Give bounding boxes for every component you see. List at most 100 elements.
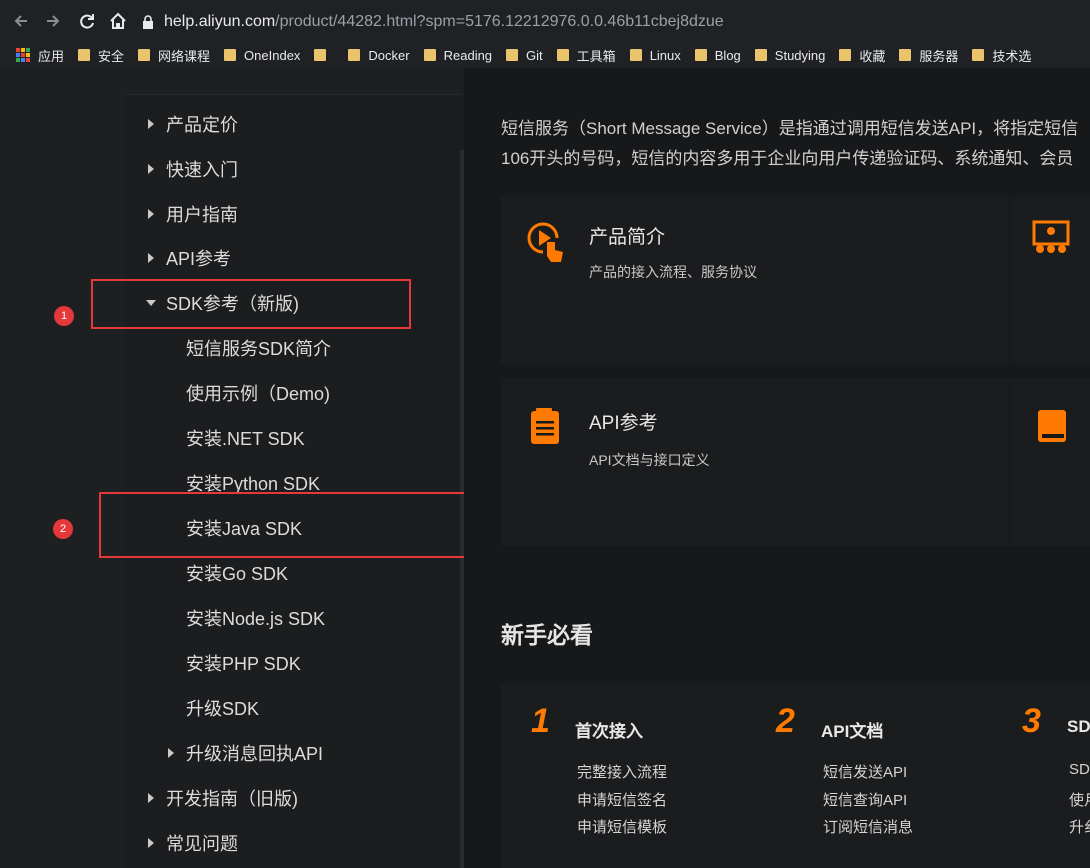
bookmark-folder[interactable]: 收藏 (839, 42, 885, 68)
sidebar-item-quickstart[interactable]: 快速入门 (148, 155, 238, 183)
caret-right-icon (148, 164, 154, 174)
bookmark-folder[interactable]: 安全 (78, 42, 124, 68)
folder-icon (629, 49, 642, 61)
bookmark-folder[interactable]: Reading (423, 42, 493, 68)
bookmark-folder[interactable]: 网络课程 (138, 42, 210, 68)
sidebar-item-faq[interactable]: 常见问题 (148, 829, 238, 857)
bookmarks-bar: 应用 安全 网络课程 OneIndex Docker Reading Git 工… (0, 42, 1090, 68)
sidebar-subitem-nodejs-sdk[interactable]: 安装Node.js SDK (186, 604, 325, 632)
caret-right-icon (148, 838, 154, 848)
bookmark-label: 应用 (38, 48, 65, 64)
card-title: 产品简介 (589, 227, 666, 248)
folder-icon (754, 49, 767, 61)
sidebar-item-label: 安装Node.js SDK (186, 609, 326, 629)
sidebar-item-label: 安装.NET SDK (186, 429, 305, 449)
bookmark-folder[interactable]: Blog (694, 42, 741, 68)
reload-button[interactable] (76, 10, 98, 32)
sidebar-item-label: 升级SDK (186, 699, 260, 719)
section-title-newbie: 新手必看 (501, 622, 593, 648)
sidebar-subitem-upgrade-sdk[interactable]: 升级SDK (186, 694, 259, 722)
back-arrow-icon (14, 15, 27, 27)
step-link[interactable]: SD (1069, 761, 1090, 778)
card-partial-right-bottom[interactable] (1010, 378, 1090, 546)
sidebar-subitem-go-sdk[interactable]: 安装Go SDK (186, 559, 288, 587)
sidebar-item-label: 安装Go SDK (186, 564, 289, 584)
step-link[interactable]: 订阅短信消息 (823, 816, 913, 837)
intro-line: 106开头的号码，短信的内容多用于企业向用户传递验证码、系统通知、会员 (501, 149, 1074, 168)
back-button[interactable] (10, 10, 32, 32)
browser-toolbar: help.aliyun.com/product/44282.html?spm=5… (0, 0, 1090, 42)
folder-icon (78, 49, 91, 61)
bookmark-label: Reading (443, 47, 493, 63)
lock-icon (143, 15, 153, 29)
step-link[interactable]: 完整接入流程 (577, 761, 667, 782)
bookmark-label: 工具箱 (576, 48, 616, 64)
sidebar-subitem-demo[interactable]: 使用示例（Demo) (186, 379, 330, 407)
step-title: 首次接入 (575, 722, 643, 741)
card-api-reference[interactable]: API参考 API文档与接口定义 (501, 378, 1009, 546)
bookmark-folder[interactable]: OneIndex (224, 42, 300, 68)
sidebar-item-label: 常见问题 (166, 834, 238, 854)
step-link[interactable]: 短信查询API (823, 789, 907, 810)
sidebar-item-pricing[interactable]: 产品定价 (148, 110, 238, 138)
home-icon (110, 12, 126, 29)
sidebar-subitem-sdk-intro[interactable]: 短信服务SDK简介 (186, 334, 331, 362)
step-link[interactable]: 升纟 (1069, 816, 1090, 837)
step-number: 3 (1022, 702, 1041, 740)
bookmark-folder[interactable]: Studying (754, 42, 825, 68)
main-content: 短信服务（Short Message Service）是指通过调用短信发送API… (464, 68, 1090, 868)
sidebar-item-api-reference[interactable]: API参考 (148, 244, 231, 272)
url-path: /product/44282.html?spm=5176.12212976.0.… (275, 13, 724, 30)
address-bar[interactable]: help.aliyun.com/product/44282.html?spm=5… (142, 8, 1082, 36)
sidebar-subitem-upgrade-receipt-api[interactable]: 升级消息回执API (168, 739, 323, 767)
sidebar-item-dev-guide-old[interactable]: 开发指南（旧版) (148, 784, 298, 812)
bookmark-apps[interactable]: 应用 (16, 42, 64, 68)
card-desc: 产品的接入流程、服务协议 (589, 264, 757, 280)
apps-icon (16, 48, 30, 62)
sidebar-item-label: 快速入门 (166, 160, 238, 180)
bookmark-folder[interactable]: Git (506, 42, 543, 68)
bookmark-label: 服务器 (919, 48, 959, 64)
annotation-marker-1: 1 (54, 306, 74, 326)
step-link[interactable]: 申请短信签名 (577, 789, 667, 810)
sidebar-subitem-php-sdk[interactable]: 安装PHP SDK (186, 649, 301, 677)
sidebar-item-label: 开发指南（旧版) (166, 789, 298, 809)
bookmark-folder[interactable]: 服务器 (899, 42, 958, 68)
step-link[interactable]: 短信发送API (823, 761, 907, 782)
bookmark-folder[interactable] (314, 42, 334, 68)
step-number: 2 (776, 702, 795, 740)
bookmark-folder[interactable]: 技术选 (972, 42, 1031, 68)
home-button[interactable] (107, 10, 129, 32)
sidebar-item-label: 产品定价 (166, 115, 238, 135)
folder-icon (506, 49, 519, 61)
product-intro: 短信服务（Short Message Service）是指通过调用短信发送API… (501, 114, 1090, 174)
reload-icon (80, 14, 94, 29)
step-link[interactable]: 使月 (1069, 789, 1090, 810)
bookmark-label: 技术选 (992, 48, 1032, 64)
bookmark-folder[interactable]: Linux (629, 42, 681, 68)
bookmark-label: 安全 (98, 48, 125, 64)
card-product-intro[interactable]: 产品简介 产品的接入流程、服务协议 (501, 196, 1009, 364)
bookmark-label: 收藏 (859, 48, 886, 64)
forward-arrow-icon (47, 15, 60, 27)
play-touch-icon (527, 222, 563, 262)
sidebar-subitem-dotnet-sdk[interactable]: 安装.NET SDK (186, 424, 305, 452)
folder-icon (224, 49, 237, 61)
sidebar-item-user-guide[interactable]: 用户指南 (148, 200, 238, 228)
bookmark-label: Docker (368, 47, 410, 63)
bookmark-folder[interactable]: Docker (348, 42, 410, 68)
book-icon (1038, 410, 1066, 442)
url-host: help.aliyun.com (164, 13, 276, 30)
annotation-marker-2: 2 (53, 519, 73, 539)
bookmark-folder[interactable]: 工具箱 (556, 42, 616, 68)
document-icon (531, 408, 559, 444)
caret-right-icon (168, 748, 174, 758)
forward-button[interactable] (42, 10, 64, 32)
step-title: API文档 (821, 722, 884, 741)
card-title: API参考 (589, 413, 658, 434)
folder-icon (314, 49, 327, 61)
caret-right-icon (148, 209, 154, 219)
card-partial-right-top[interactable] (1010, 196, 1090, 364)
folder-icon (556, 49, 569, 61)
step-link[interactable]: 申请短信模板 (577, 816, 667, 837)
